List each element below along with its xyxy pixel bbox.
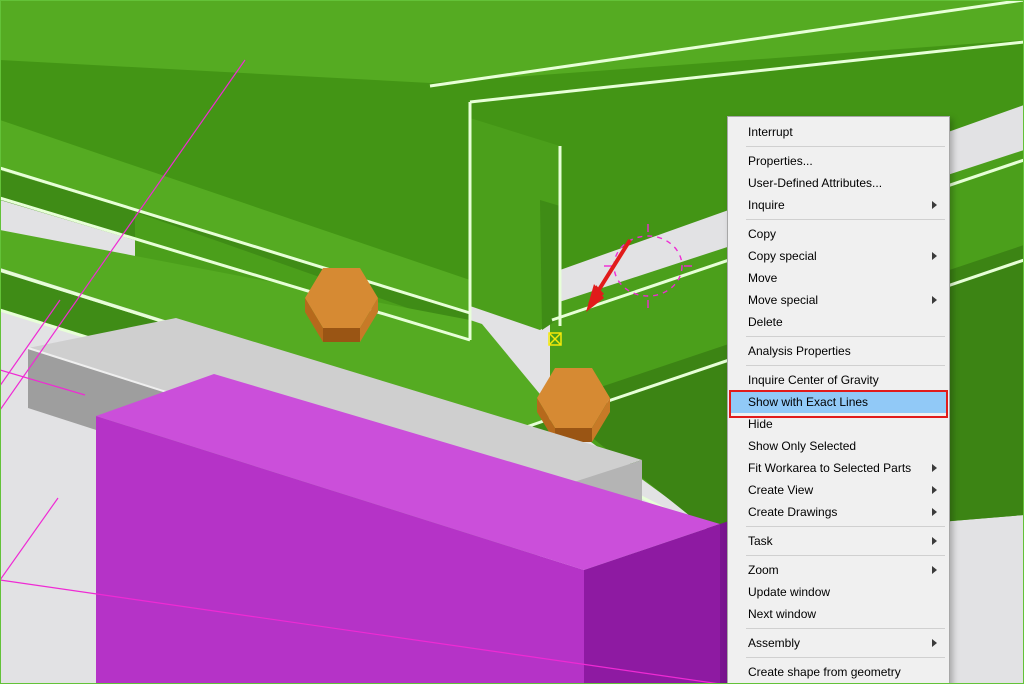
context-menu-item[interactable]: Inquire Center of Gravity [730,369,947,391]
context-menu-item[interactable]: Hide [730,413,947,435]
chevron-right-icon [932,639,937,647]
context-menu-item[interactable]: Interrupt [730,121,947,143]
context-menu-item[interactable]: Show Only Selected [730,435,947,457]
context-menu-separator [746,146,945,147]
context-menu[interactable]: Interrupt Properties... User-Defined Attri… [727,116,950,684]
context-menu-separator [746,657,945,658]
context-menu-item-label: Properties... [748,154,937,168]
context-menu-item[interactable]: Copy special [730,245,947,267]
context-menu-separator [746,365,945,366]
context-menu-item[interactable]: Copy [730,223,947,245]
context-menu-item-label: Show with Exact Lines [748,395,937,409]
context-menu-item[interactable]: Create shape from geometry [730,661,947,683]
context-menu-item-label: Delete [748,315,937,329]
context-menu-item-label: Show Only Selected [748,439,937,453]
beam-endplate-fillet [540,200,560,330]
context-menu-separator [746,219,945,220]
context-menu-item-label: Analysis Properties [748,344,937,358]
chevron-right-icon [932,537,937,545]
context-menu-item-label: Update window [748,585,937,599]
context-menu-item-label: Interrupt [748,125,937,139]
chevron-right-icon [932,508,937,516]
context-menu-item-label: Move special [748,293,926,307]
chevron-right-icon [932,486,937,494]
context-menu-item[interactable]: Update window [730,581,947,603]
context-menu-item[interactable]: Create Drawings [730,501,947,523]
context-menu-item[interactable]: Create View [730,479,947,501]
context-menu-item[interactable]: Properties... [730,150,947,172]
context-menu-item-label: Fit Workarea to Selected Parts [748,461,926,475]
context-menu-item-label: Assembly [748,636,926,650]
context-menu-item-label: User-Defined Attributes... [748,176,937,190]
context-menu-item-label: Move [748,271,937,285]
context-menu-item-label: Zoom [748,563,926,577]
context-menu-item-label: Create View [748,483,926,497]
context-menu-item-label: Next window [748,607,937,621]
chevron-right-icon [932,566,937,574]
context-menu-item-label: Create shape from geometry [748,665,937,679]
context-menu-item-label: Inquire Center of Gravity [748,373,937,387]
context-menu-item[interactable]: Task [730,530,947,552]
context-menu-separator [746,336,945,337]
context-menu-item[interactable]: User-Defined Attributes... [730,172,947,194]
chevron-right-icon [932,201,937,209]
context-menu-item[interactable]: Next window [730,603,947,625]
context-menu-item[interactable]: Show with Exact Lines [730,391,947,413]
context-menu-item[interactable]: Inquire [730,194,947,216]
context-menu-item[interactable]: Assembly [730,632,947,654]
context-menu-item[interactable]: Fit Workarea to Selected Parts [730,457,947,479]
chevron-right-icon [932,296,937,304]
context-menu-separator [746,628,945,629]
context-menu-item-label: Create Drawings [748,505,926,519]
context-menu-item-label: Copy [748,227,937,241]
context-menu-separator [746,555,945,556]
context-menu-item[interactable]: Analysis Properties [730,340,947,362]
chevron-right-icon [932,464,937,472]
context-menu-separator [746,526,945,527]
context-menu-item[interactable]: Move special [730,289,947,311]
context-menu-item[interactable]: Delete [730,311,947,333]
context-menu-item-label: Hide [748,417,937,431]
context-menu-item-label: Inquire [748,198,926,212]
chevron-right-icon [932,252,937,260]
cad-viewport-root: Interrupt Properties... User-Defined Attri… [0,0,1024,684]
context-menu-item[interactable]: Move [730,267,947,289]
context-menu-item-label: Copy special [748,249,926,263]
context-menu-item[interactable]: Zoom [730,559,947,581]
context-menu-item-label: Task [748,534,926,548]
